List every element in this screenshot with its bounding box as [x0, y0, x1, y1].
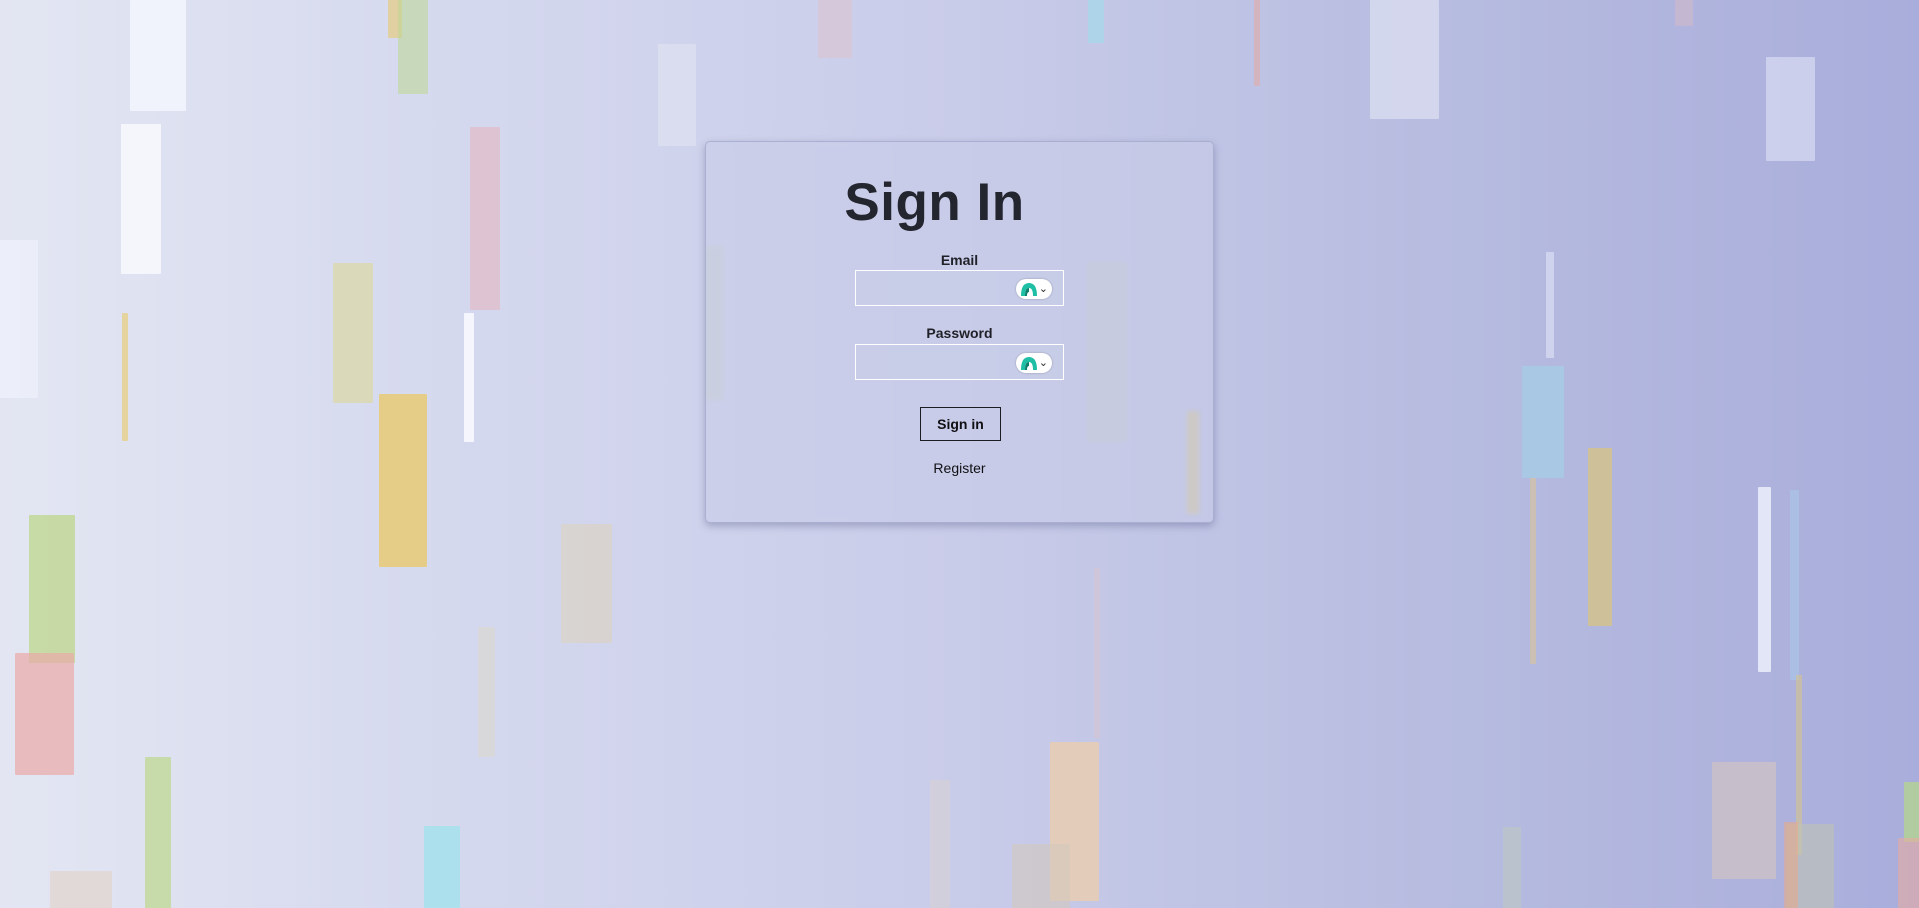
decorative-bar [818, 0, 852, 58]
decorative-bar [121, 124, 161, 274]
decorative-bar [470, 127, 500, 310]
decorative-bar [130, 0, 186, 111]
password-manager-icon [1021, 357, 1037, 370]
decorative-bar [424, 826, 460, 908]
decorative-bar [1675, 0, 1693, 26]
decorative-bar [29, 515, 75, 663]
decorative-bar [1546, 252, 1554, 358]
password-manager-icon [1021, 283, 1037, 296]
decorative-bar [1588, 448, 1612, 626]
decorative-bar [561, 524, 612, 643]
decorative-bar [1503, 827, 1521, 908]
decorative-bar [1758, 487, 1771, 672]
decorative-bar [333, 263, 373, 403]
decorative-bar [0, 240, 38, 398]
decorative-bar [1012, 844, 1070, 908]
decorative-bar [145, 757, 171, 908]
sign-in-button[interactable]: Sign in [920, 407, 1001, 441]
decorative-bar [15, 653, 74, 775]
decorative-bar [930, 780, 950, 908]
register-link[interactable]: Register [706, 460, 1213, 476]
decorative-bar [1522, 366, 1564, 478]
page-title: Sign In [844, 173, 1025, 232]
decorative-bar [464, 313, 474, 442]
chevron-down-icon: ⌄ [1038, 283, 1048, 295]
decorative-bar [1790, 490, 1799, 680]
decorative-bar [658, 44, 696, 146]
email-label: Email [940, 252, 979, 268]
decorative-bar [50, 871, 112, 908]
decorative-bar [1088, 0, 1104, 43]
decorative-bar [1370, 0, 1439, 119]
decorative-bar [1094, 568, 1100, 738]
decorative-bar [379, 394, 427, 567]
decorative-bar [1784, 822, 1798, 908]
email-field-container: ⌄ [855, 270, 1064, 306]
decorative-bar [1530, 478, 1536, 664]
password-field-container: ⌄ [855, 344, 1064, 380]
decorative-bar [122, 313, 128, 441]
chevron-down-icon: ⌄ [1038, 357, 1048, 369]
password-manager-button[interactable]: ⌄ [1016, 353, 1052, 373]
sign-in-card: Sign In Email ⌄ Password ⌄ Sign in Regis… [705, 141, 1214, 523]
password-label: Password [926, 325, 993, 341]
decorative-bar [1766, 57, 1815, 161]
decorative-bar [1712, 762, 1776, 879]
decorative-bar [1254, 0, 1260, 86]
decorative-bar [1904, 782, 1919, 842]
decorative-bar [1898, 838, 1919, 908]
decorative-bar [478, 627, 495, 757]
password-manager-button[interactable]: ⌄ [1016, 279, 1052, 299]
decorative-bar [398, 0, 428, 94]
